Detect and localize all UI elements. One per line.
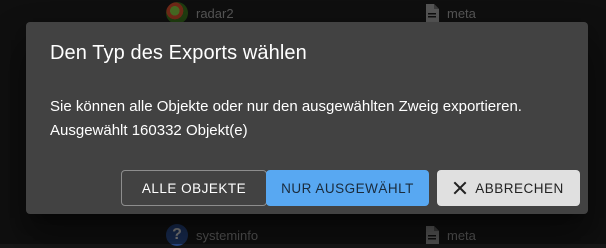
cancel-button[interactable]: ABBRECHEN: [437, 170, 580, 206]
dialog-title: Den Typ des Exports wählen: [50, 42, 307, 64]
export-type-dialog: Den Typ des Exports wählen Sie können al…: [26, 22, 588, 214]
dialog-actions: ALLE OBJEKTE NUR AUSGEWÄHLT ABBRECHEN: [26, 170, 588, 206]
button-label: ALLE OBJEKTE: [141, 180, 247, 196]
dialog-content: Sie können alle Objekte oder nur den aus…: [50, 95, 570, 143]
export-all-button[interactable]: ALLE OBJEKTE: [121, 170, 267, 206]
button-label: ABBRECHEN: [475, 180, 564, 196]
selected-count-text: Ausgewählt 160332 Objekt(e): [50, 122, 248, 139]
button-label: NUR AUSGEWÄHLT: [281, 180, 414, 196]
close-icon: [453, 181, 467, 195]
export-selected-button[interactable]: NUR AUSGEWÄHLT: [266, 170, 429, 206]
dialog-message: Sie können alle Objekte oder nur den aus…: [50, 98, 522, 115]
